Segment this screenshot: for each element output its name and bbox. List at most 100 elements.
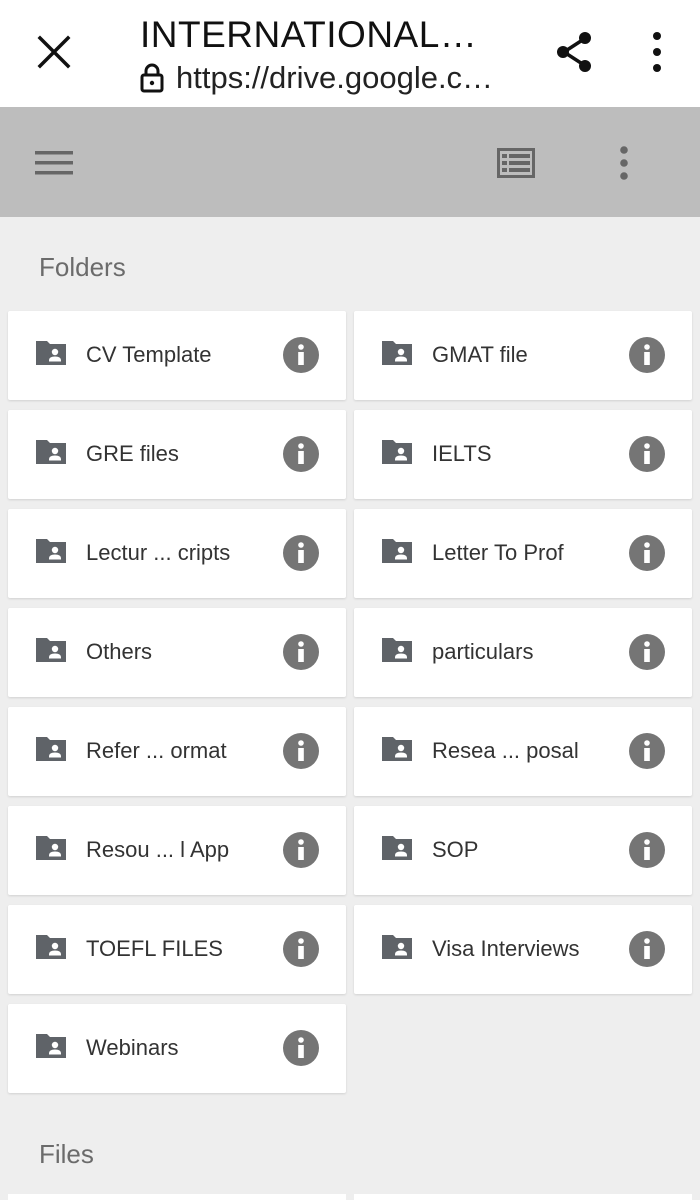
url-text: https://drive.google.c…: [176, 60, 494, 95]
files-heading: Files: [39, 1139, 94, 1169]
folder-name: GMAT file: [432, 342, 528, 367]
folder-info-button[interactable]: [629, 535, 665, 571]
folder-name: Lectur ... cripts: [86, 540, 231, 565]
info-icon: [644, 641, 650, 662]
folder-card[interactable]: particulars: [354, 608, 692, 697]
folder-card[interactable]: SOP: [354, 806, 692, 895]
folder-card[interactable]: Letter To Prof: [354, 509, 692, 598]
shared-folder-icon: [36, 539, 66, 563]
folder-info-button[interactable]: [283, 436, 319, 472]
file-card[interactable]: [8, 1194, 346, 1200]
folder-card[interactable]: Resea ... posal: [354, 707, 692, 796]
folder-card[interactable]: Visa Interviews: [354, 905, 692, 994]
list-view-icon: [497, 148, 535, 178]
info-icon: [298, 740, 304, 761]
folder-card[interactable]: TOEFL FILES: [8, 905, 346, 994]
url-row: https://drive.google.c…: [140, 60, 520, 96]
folder-card[interactable]: Others: [8, 608, 346, 697]
folder-info-button[interactable]: [283, 1030, 319, 1066]
folder-name: Resou ... l App: [86, 837, 230, 862]
shared-folder-icon: [382, 440, 412, 464]
folder-info-button[interactable]: [629, 931, 665, 967]
folder-info-button[interactable]: [283, 832, 319, 868]
shared-folder-icon: [36, 737, 66, 761]
folder-info-button[interactable]: [629, 337, 665, 373]
page-title: INTERNATIONAL…: [140, 14, 478, 55]
info-icon: [644, 443, 650, 464]
drive-toolbar: [0, 107, 700, 217]
info-icon: [644, 344, 650, 365]
close-button[interactable]: [32, 30, 76, 74]
browser-header: INTERNATIONAL… https://drive.google.c…: [0, 0, 700, 107]
info-icon: [644, 542, 650, 563]
file-card[interactable]: [354, 1194, 692, 1200]
info-icon: [298, 839, 304, 860]
folder-name: GRE files: [86, 441, 179, 466]
info-icon: [644, 839, 650, 860]
browser-menu-button[interactable]: [640, 28, 674, 76]
folder-name: Resea ... posal: [432, 738, 579, 763]
close-icon: [37, 35, 71, 69]
shared-folder-icon: [382, 638, 412, 662]
folder-card[interactable]: Refer ... ormat: [8, 707, 346, 796]
folder-info-button[interactable]: [629, 832, 665, 868]
folder-name: Letter To Prof: [432, 540, 564, 565]
shared-folder-icon: [36, 341, 66, 365]
folder-info-button[interactable]: [283, 931, 319, 967]
info-icon: [298, 542, 304, 563]
shared-folder-icon: [36, 638, 66, 662]
folder-card[interactable]: Lectur ... cripts: [8, 509, 346, 598]
shared-folder-icon: [36, 440, 66, 464]
folder-name: particulars: [432, 639, 534, 664]
folder-info-button[interactable]: [629, 436, 665, 472]
info-icon: [644, 740, 650, 761]
files-grid: [8, 1194, 693, 1200]
main-menu-button[interactable]: [32, 143, 76, 183]
folder-card[interactable]: CV Template: [8, 311, 346, 400]
folder-grid: CV Template GMAT file GRE files IELTS Le…: [8, 311, 693, 1093]
more-vert-icon: [653, 32, 661, 72]
page-info[interactable]: INTERNATIONAL… https://drive.google.c…: [140, 14, 520, 96]
folder-card[interactable]: GMAT file: [354, 311, 692, 400]
shared-folder-icon: [382, 539, 412, 563]
folder-name: TOEFL FILES: [86, 936, 223, 961]
folder-info-button[interactable]: [283, 535, 319, 571]
folder-card[interactable]: Resou ... l App: [8, 806, 346, 895]
share-icon: [557, 32, 591, 72]
info-icon: [298, 938, 304, 959]
shared-folder-icon: [36, 1034, 66, 1058]
folder-card[interactable]: GRE files: [8, 410, 346, 499]
lock-icon: [140, 62, 168, 94]
folder-name: CV Template: [86, 342, 212, 367]
folder-name: Others: [86, 639, 153, 664]
folder-name: SOP: [432, 837, 479, 862]
info-icon: [298, 641, 304, 662]
folder-name: IELTS: [432, 441, 492, 466]
folder-info-button[interactable]: [629, 733, 665, 769]
list-view-button[interactable]: [494, 143, 538, 183]
folder-card[interactable]: IELTS: [354, 410, 692, 499]
shared-folder-icon: [382, 341, 412, 365]
folder-name: Refer ... ormat: [86, 738, 227, 763]
info-icon: [298, 443, 304, 464]
shared-folder-icon: [382, 737, 412, 761]
info-icon: [644, 938, 650, 959]
info-icon: [298, 1037, 304, 1058]
folders-heading: Folders: [39, 252, 126, 282]
share-button[interactable]: [550, 28, 598, 76]
folder-info-button[interactable]: [629, 634, 665, 670]
shared-folder-icon: [36, 935, 66, 959]
folder-info-button[interactable]: [283, 337, 319, 373]
shared-folder-icon: [36, 836, 66, 860]
folder-name: Webinars: [86, 1035, 179, 1060]
folder-info-button[interactable]: [283, 733, 319, 769]
info-icon: [298, 344, 304, 365]
drive-more-button[interactable]: [608, 141, 640, 185]
more-vert-icon: [620, 146, 628, 180]
folder-name: Visa Interviews: [432, 936, 580, 961]
folder-info-button[interactable]: [283, 634, 319, 670]
folder-card[interactable]: Webinars: [8, 1004, 346, 1093]
shared-folder-icon: [382, 935, 412, 959]
shared-folder-icon: [382, 836, 412, 860]
hamburger-icon: [35, 151, 73, 175]
